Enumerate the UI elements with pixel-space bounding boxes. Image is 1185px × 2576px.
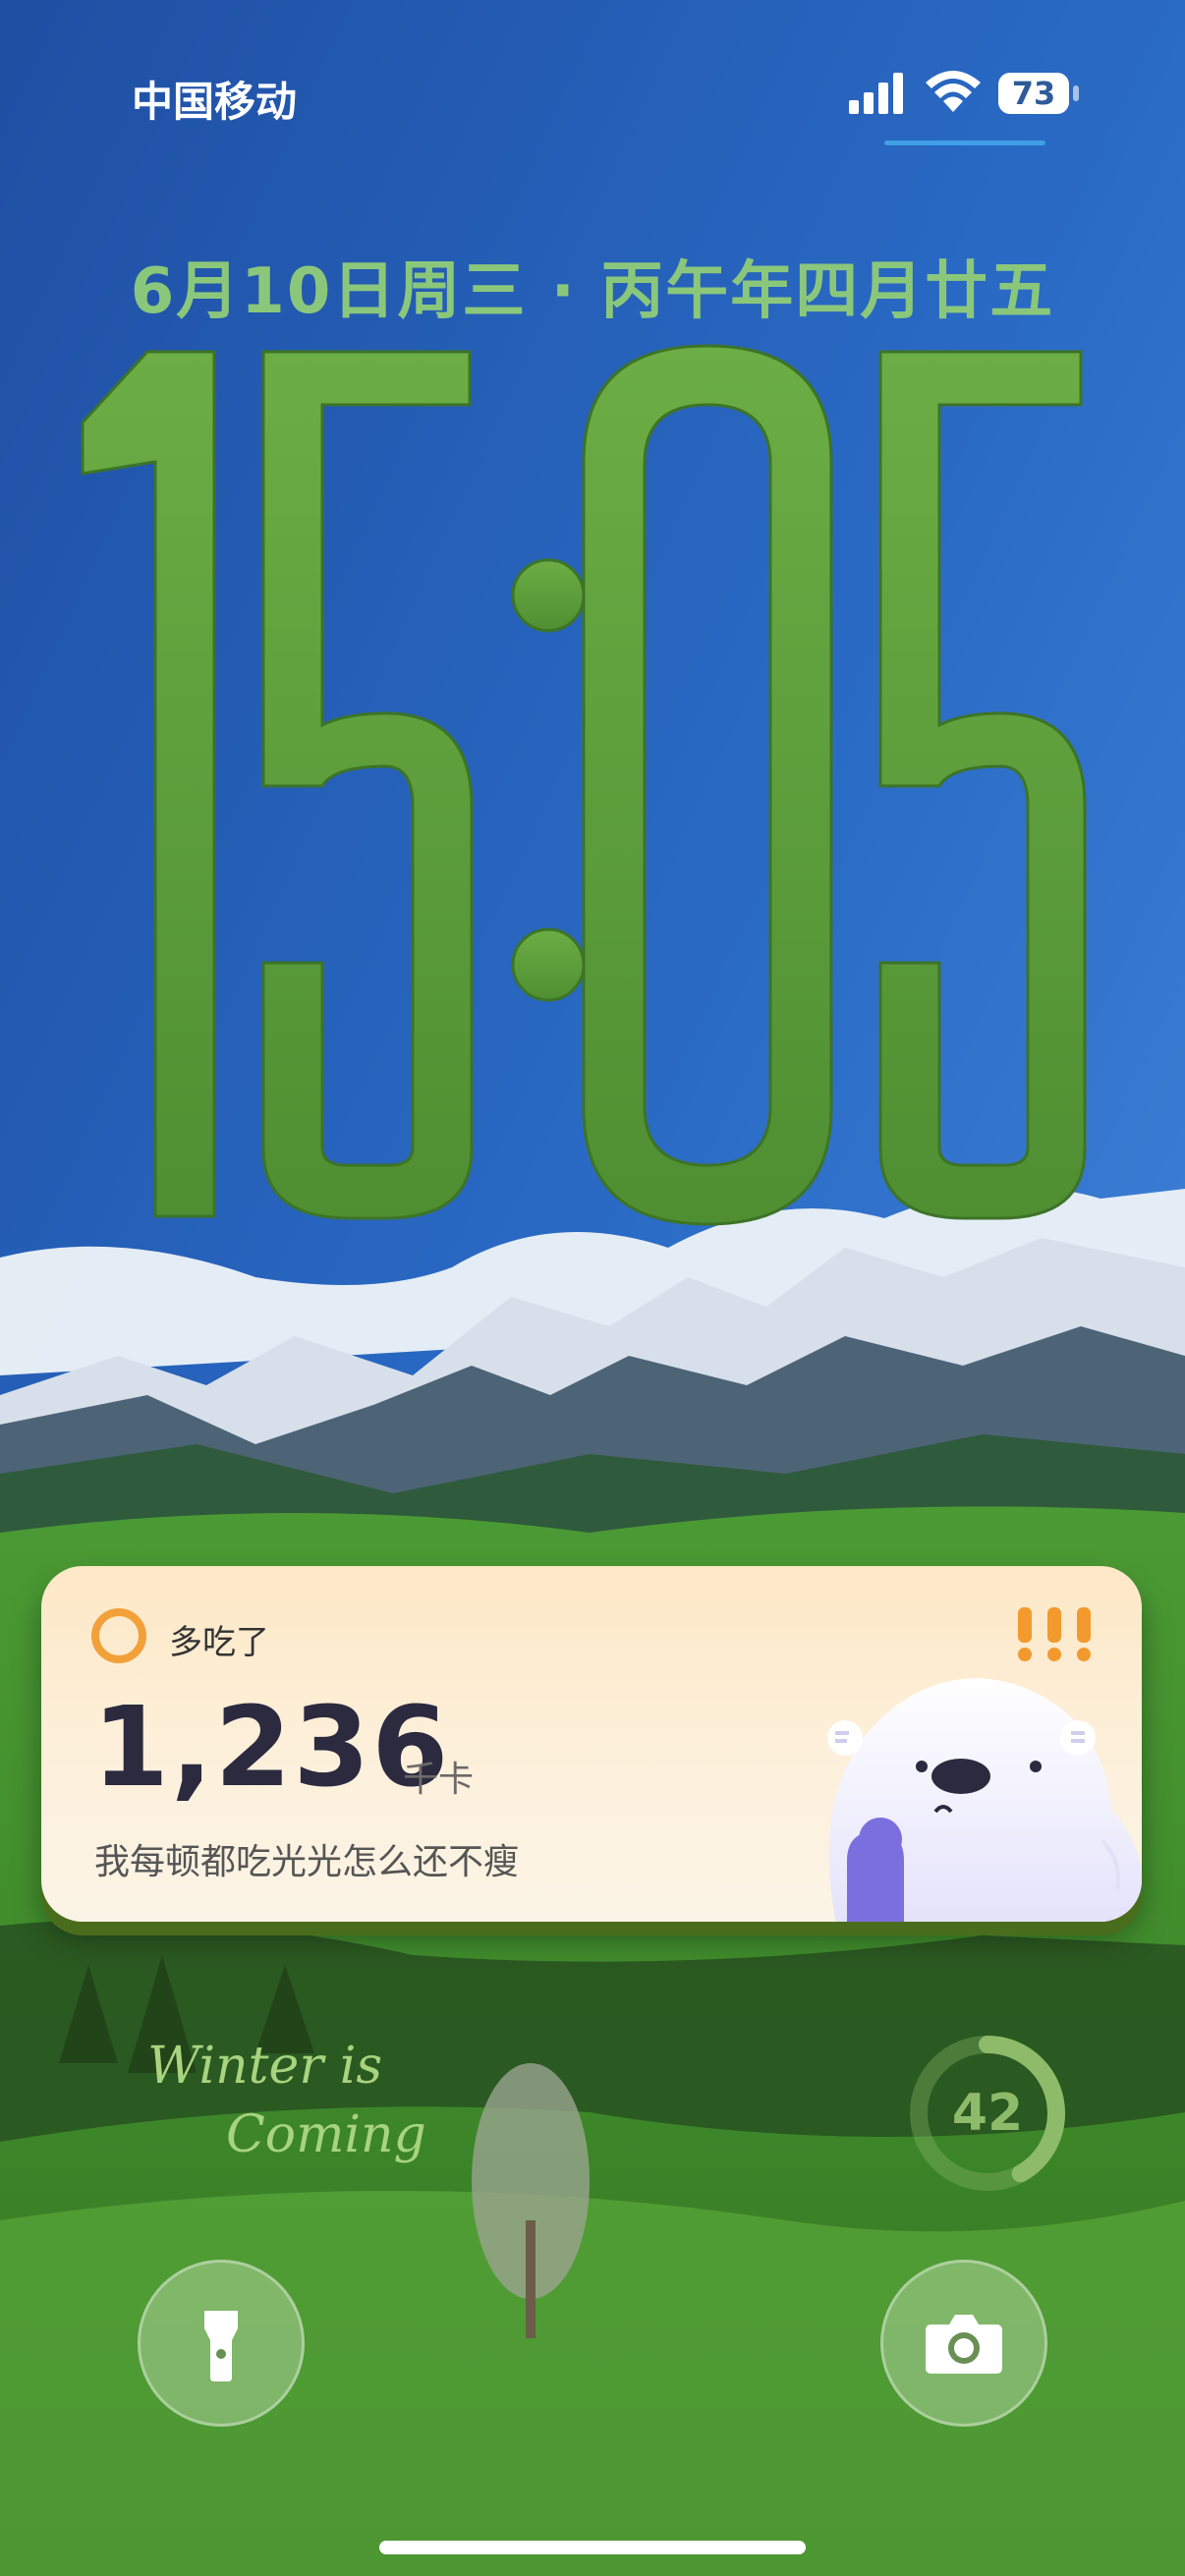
camera-button[interactable]	[880, 2260, 1047, 2427]
handwritten-text: Winter is Coming	[147, 2037, 426, 2164]
activity-ring-widget[interactable]: 42	[904, 2030, 1071, 2197]
carrier-name: 中国移动	[132, 78, 298, 126]
handwriting-line-1: Winter is	[147, 2037, 382, 2096]
lock-screen-date: 6月10日周三 · 丙午年四月廿五	[130, 255, 1055, 328]
flashlight-button[interactable]	[138, 2260, 305, 2427]
wifi-icon	[926, 71, 981, 112]
calorie-widget[interactable]: 多吃了 1,236 千卡 我每顿都吃光光怎么还不瘦	[41, 1566, 1142, 1922]
cellular-signal-icon	[849, 73, 903, 114]
calorie-value: 1,236	[92, 1684, 451, 1812]
calorie-unit: 千卡	[403, 1760, 475, 1800]
handwriting-line-2: Coming	[226, 2105, 426, 2164]
flashlight-icon	[204, 2311, 238, 2381]
activity-ring-value: 42	[951, 2084, 1024, 2143]
camera-icon	[926, 2315, 1002, 2374]
widget-label: 多吃了	[169, 1623, 269, 1662]
progress-ring-icon	[91, 1608, 146, 1663]
battery-indicator: 73	[998, 73, 1079, 114]
status-bar: 中国移动 73	[0, 0, 1185, 196]
home-indicator[interactable]	[379, 2541, 806, 2554]
polar-bear-mascot-icon	[827, 1678, 1142, 1922]
status-indicator	[884, 140, 1045, 145]
battery-cap	[1073, 85, 1079, 101]
widget-subtitle: 我每顿都吃光光怎么还不瘦	[94, 1842, 520, 1882]
battery-level: 73	[1011, 75, 1056, 112]
